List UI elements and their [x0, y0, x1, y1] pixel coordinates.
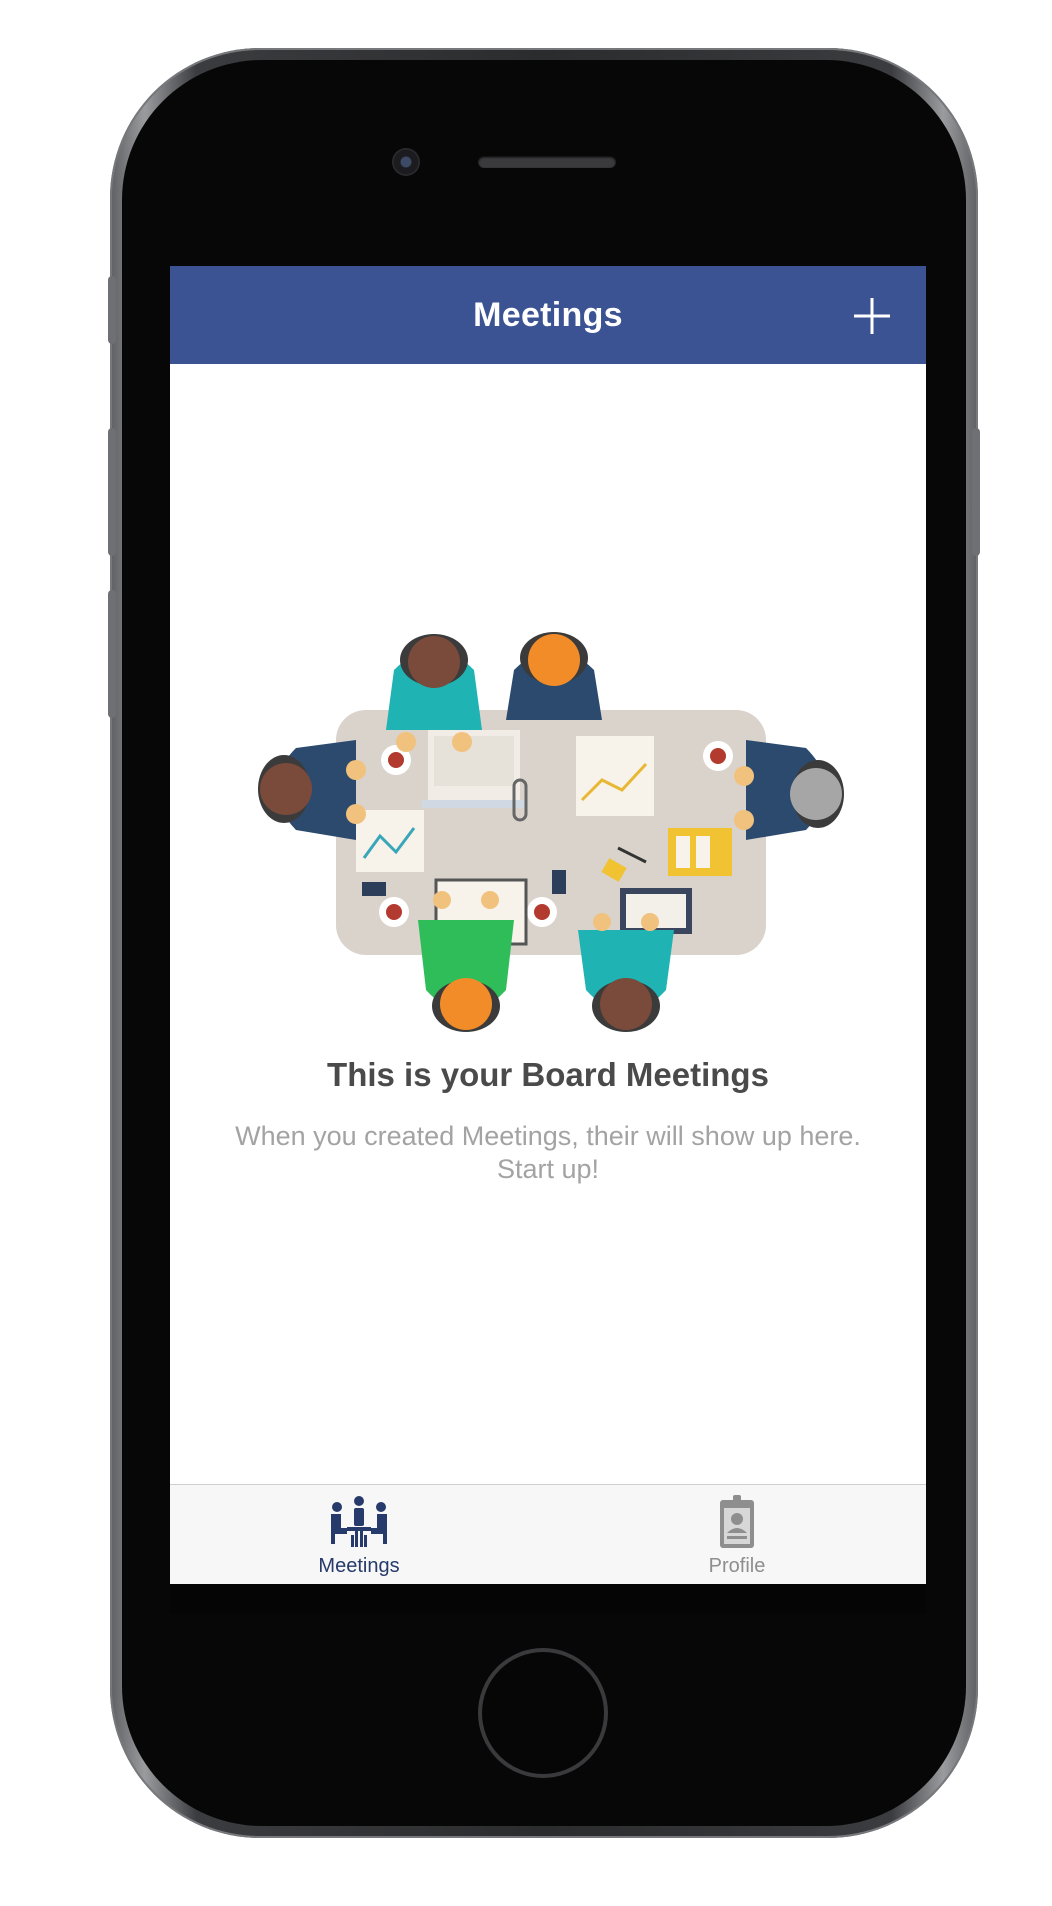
home-button[interactable]	[478, 1648, 608, 1778]
add-meeting-button[interactable]	[852, 296, 892, 336]
silent-switch	[108, 276, 116, 344]
meeting-group-icon	[331, 1496, 387, 1547]
id-badge-icon	[720, 1495, 754, 1548]
tab-meetings-label: Meetings	[318, 1555, 400, 1577]
tab-profile-label: Profile	[708, 1555, 766, 1577]
page-title: Meetings	[473, 296, 623, 334]
volume-down-button	[108, 590, 116, 718]
power-button	[972, 428, 980, 556]
front-camera	[392, 148, 420, 176]
board-meeting-illustration	[258, 632, 844, 1032]
screen-bezel-bottom	[170, 1584, 926, 1614]
earpiece-speaker	[478, 156, 616, 168]
empty-state-title: This is your Board Meetings	[327, 1056, 769, 1093]
tab-profile[interactable]: Profile	[548, 1485, 926, 1584]
navigation-bar: Meetings	[170, 266, 926, 364]
volume-up-button	[108, 428, 116, 556]
app-screen: Meetings This is your Board Meetings Whe…	[170, 266, 926, 1584]
tab-bar: Meetings Profile	[170, 1484, 926, 1584]
tab-meetings[interactable]: Meetings	[170, 1485, 548, 1584]
empty-state-description: When you created Meetings, their will sh…	[235, 1121, 861, 1184]
plus-icon	[854, 298, 890, 334]
